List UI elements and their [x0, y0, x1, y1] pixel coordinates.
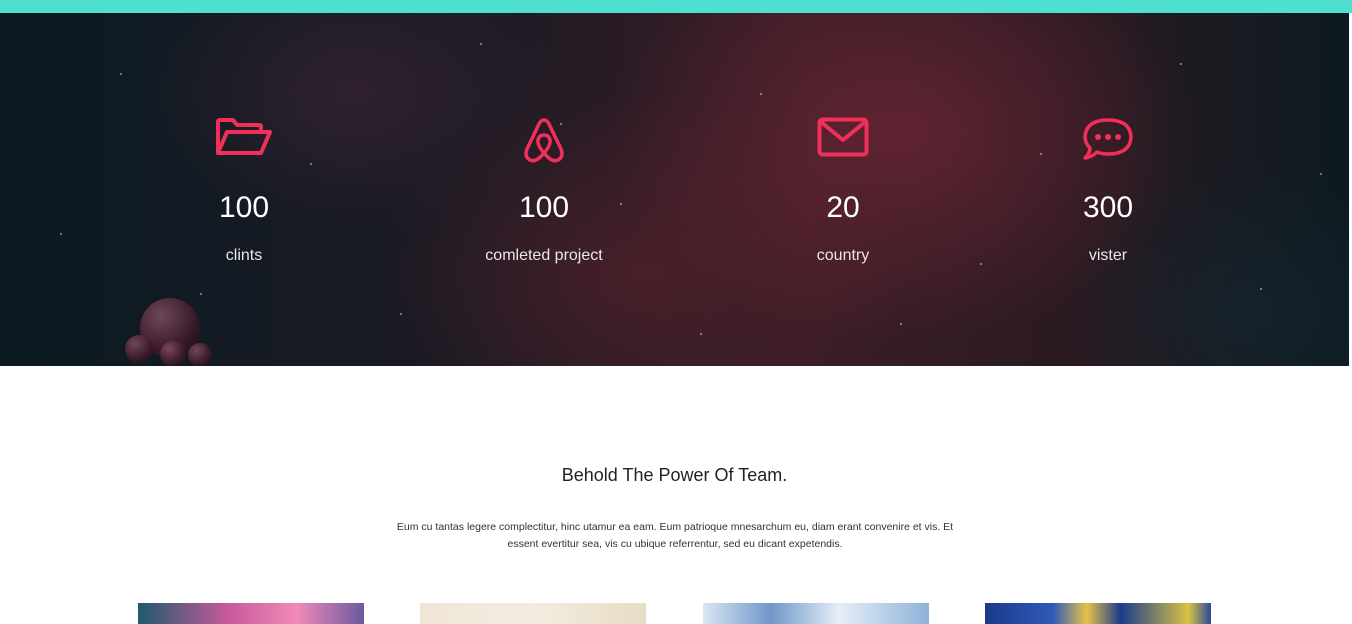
team-section-description: Eum cu tantas legere complectitur, hinc … [396, 521, 954, 550]
stat-label: comleted project [485, 247, 603, 264]
stat-number: 100 [218, 191, 270, 224]
team-member-image[interactable] [420, 603, 646, 624]
folder-open-icon [215, 117, 273, 162]
team-member-image[interactable] [703, 603, 929, 624]
team-section-title: Behold The Power Of Team. [561, 465, 788, 485]
planet-decoration [160, 341, 186, 366]
stat-number: 20 [826, 191, 860, 224]
team-member-image[interactable] [138, 603, 364, 624]
stat-label: country [816, 247, 870, 264]
top-accent-bar [0, 0, 1352, 13]
stat-number: 100 [518, 191, 570, 224]
stat-number: 300 [1082, 191, 1134, 224]
airbnb-icon [522, 117, 566, 168]
envelope-icon [817, 117, 869, 162]
planet-decoration [125, 335, 153, 363]
team-member-image[interactable] [985, 603, 1211, 624]
chat-bubble-icon [1082, 117, 1134, 166]
stat-label: vister [1088, 247, 1128, 264]
star-field [0, 13, 1349, 366]
planet-decoration [188, 343, 212, 366]
stat-label: clints [225, 247, 263, 264]
stats-section: 100 clints 100 comleted project 20 count… [0, 13, 1349, 366]
